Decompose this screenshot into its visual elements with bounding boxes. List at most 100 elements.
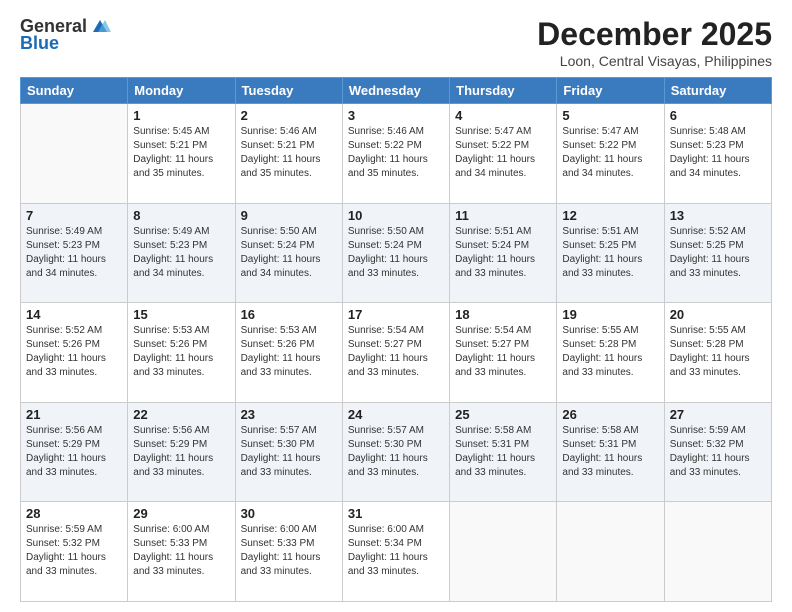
title-section: December 2025 Loon, Central Visayas, Phi… — [537, 16, 772, 69]
calendar-cell: 20 Sunrise: 5:55 AMSunset: 5:28 PMDaylig… — [664, 303, 771, 403]
day-info: Sunrise: 5:47 AMSunset: 5:22 PMDaylight:… — [562, 126, 642, 179]
day-number: 18 — [455, 307, 551, 322]
calendar-cell — [21, 104, 128, 204]
day-number: 21 — [26, 407, 122, 422]
day-info: Sunrise: 5:51 AMSunset: 5:25 PMDaylight:… — [562, 226, 642, 279]
calendar-cell: 19 Sunrise: 5:55 AMSunset: 5:28 PMDaylig… — [557, 303, 664, 403]
day-number: 14 — [26, 307, 122, 322]
calendar-cell: 13 Sunrise: 5:52 AMSunset: 5:25 PMDaylig… — [664, 203, 771, 303]
calendar-cell: 12 Sunrise: 5:51 AMSunset: 5:25 PMDaylig… — [557, 203, 664, 303]
calendar-cell: 3 Sunrise: 5:46 AMSunset: 5:22 PMDayligh… — [342, 104, 449, 204]
header: General Blue December 2025 Loon, Central… — [20, 16, 772, 69]
day-number: 25 — [455, 407, 551, 422]
day-number: 28 — [26, 506, 122, 521]
day-number: 19 — [562, 307, 658, 322]
day-info: Sunrise: 5:45 AMSunset: 5:21 PMDaylight:… — [133, 126, 213, 179]
calendar-cell: 28 Sunrise: 5:59 AMSunset: 5:32 PMDaylig… — [21, 502, 128, 602]
calendar-week-row: 1 Sunrise: 5:45 AMSunset: 5:21 PMDayligh… — [21, 104, 772, 204]
day-info: Sunrise: 5:52 AMSunset: 5:26 PMDaylight:… — [26, 325, 106, 378]
day-info: Sunrise: 5:56 AMSunset: 5:29 PMDaylight:… — [133, 425, 213, 478]
day-number: 23 — [241, 407, 337, 422]
weekday-header-row: Sunday Monday Tuesday Wednesday Thursday… — [21, 78, 772, 104]
calendar-week-row: 28 Sunrise: 5:59 AMSunset: 5:32 PMDaylig… — [21, 502, 772, 602]
calendar-cell: 18 Sunrise: 5:54 AMSunset: 5:27 PMDaylig… — [450, 303, 557, 403]
day-info: Sunrise: 5:52 AMSunset: 5:25 PMDaylight:… — [670, 226, 750, 279]
calendar-cell: 15 Sunrise: 5:53 AMSunset: 5:26 PMDaylig… — [128, 303, 235, 403]
day-info: Sunrise: 5:46 AMSunset: 5:22 PMDaylight:… — [348, 126, 428, 179]
calendar-table: Sunday Monday Tuesday Wednesday Thursday… — [20, 77, 772, 602]
calendar-cell: 16 Sunrise: 5:53 AMSunset: 5:26 PMDaylig… — [235, 303, 342, 403]
day-number: 15 — [133, 307, 229, 322]
day-info: Sunrise: 5:49 AMSunset: 5:23 PMDaylight:… — [26, 226, 106, 279]
calendar-cell — [557, 502, 664, 602]
logo-blue-text: Blue — [20, 33, 59, 54]
day-info: Sunrise: 5:47 AMSunset: 5:22 PMDaylight:… — [455, 126, 535, 179]
day-number: 16 — [241, 307, 337, 322]
calendar-cell: 6 Sunrise: 5:48 AMSunset: 5:23 PMDayligh… — [664, 104, 771, 204]
header-tuesday: Tuesday — [235, 78, 342, 104]
day-info: Sunrise: 5:48 AMSunset: 5:23 PMDaylight:… — [670, 126, 750, 179]
calendar-cell: 4 Sunrise: 5:47 AMSunset: 5:22 PMDayligh… — [450, 104, 557, 204]
logo-icon — [89, 18, 111, 36]
calendar-subtitle: Loon, Central Visayas, Philippines — [537, 53, 772, 69]
day-number: 30 — [241, 506, 337, 521]
calendar-cell: 11 Sunrise: 5:51 AMSunset: 5:24 PMDaylig… — [450, 203, 557, 303]
calendar-cell: 31 Sunrise: 6:00 AMSunset: 5:34 PMDaylig… — [342, 502, 449, 602]
calendar-cell: 7 Sunrise: 5:49 AMSunset: 5:23 PMDayligh… — [21, 203, 128, 303]
day-info: Sunrise: 5:54 AMSunset: 5:27 PMDaylight:… — [455, 325, 535, 378]
day-info: Sunrise: 6:00 AMSunset: 5:34 PMDaylight:… — [348, 524, 428, 577]
day-number: 24 — [348, 407, 444, 422]
day-number: 8 — [133, 208, 229, 223]
day-info: Sunrise: 6:00 AMSunset: 5:33 PMDaylight:… — [241, 524, 321, 577]
header-friday: Friday — [557, 78, 664, 104]
day-info: Sunrise: 5:54 AMSunset: 5:27 PMDaylight:… — [348, 325, 428, 378]
header-sunday: Sunday — [21, 78, 128, 104]
day-info: Sunrise: 5:58 AMSunset: 5:31 PMDaylight:… — [562, 425, 642, 478]
calendar-cell: 21 Sunrise: 5:56 AMSunset: 5:29 PMDaylig… — [21, 402, 128, 502]
calendar-cell: 22 Sunrise: 5:56 AMSunset: 5:29 PMDaylig… — [128, 402, 235, 502]
calendar-cell: 23 Sunrise: 5:57 AMSunset: 5:30 PMDaylig… — [235, 402, 342, 502]
day-info: Sunrise: 5:49 AMSunset: 5:23 PMDaylight:… — [133, 226, 213, 279]
calendar-week-row: 14 Sunrise: 5:52 AMSunset: 5:26 PMDaylig… — [21, 303, 772, 403]
day-number: 12 — [562, 208, 658, 223]
logo: General Blue — [20, 16, 111, 54]
day-info: Sunrise: 5:57 AMSunset: 5:30 PMDaylight:… — [348, 425, 428, 478]
calendar-cell: 27 Sunrise: 5:59 AMSunset: 5:32 PMDaylig… — [664, 402, 771, 502]
day-number: 10 — [348, 208, 444, 223]
header-monday: Monday — [128, 78, 235, 104]
day-number: 31 — [348, 506, 444, 521]
calendar-cell: 26 Sunrise: 5:58 AMSunset: 5:31 PMDaylig… — [557, 402, 664, 502]
day-info: Sunrise: 5:53 AMSunset: 5:26 PMDaylight:… — [241, 325, 321, 378]
day-number: 4 — [455, 108, 551, 123]
calendar-cell: 24 Sunrise: 5:57 AMSunset: 5:30 PMDaylig… — [342, 402, 449, 502]
day-number: 1 — [133, 108, 229, 123]
day-info: Sunrise: 5:58 AMSunset: 5:31 PMDaylight:… — [455, 425, 535, 478]
header-thursday: Thursday — [450, 78, 557, 104]
calendar-week-row: 7 Sunrise: 5:49 AMSunset: 5:23 PMDayligh… — [21, 203, 772, 303]
page: General Blue December 2025 Loon, Central… — [0, 0, 792, 612]
day-info: Sunrise: 5:59 AMSunset: 5:32 PMDaylight:… — [26, 524, 106, 577]
calendar-cell: 14 Sunrise: 5:52 AMSunset: 5:26 PMDaylig… — [21, 303, 128, 403]
day-info: Sunrise: 5:50 AMSunset: 5:24 PMDaylight:… — [241, 226, 321, 279]
day-info: Sunrise: 5:46 AMSunset: 5:21 PMDaylight:… — [241, 126, 321, 179]
day-number: 17 — [348, 307, 444, 322]
calendar-cell: 1 Sunrise: 5:45 AMSunset: 5:21 PMDayligh… — [128, 104, 235, 204]
day-info: Sunrise: 5:53 AMSunset: 5:26 PMDaylight:… — [133, 325, 213, 378]
calendar-cell: 30 Sunrise: 6:00 AMSunset: 5:33 PMDaylig… — [235, 502, 342, 602]
day-info: Sunrise: 5:51 AMSunset: 5:24 PMDaylight:… — [455, 226, 535, 279]
day-number: 20 — [670, 307, 766, 322]
day-number: 5 — [562, 108, 658, 123]
day-info: Sunrise: 5:55 AMSunset: 5:28 PMDaylight:… — [562, 325, 642, 378]
day-info: Sunrise: 5:59 AMSunset: 5:32 PMDaylight:… — [670, 425, 750, 478]
calendar-cell: 17 Sunrise: 5:54 AMSunset: 5:27 PMDaylig… — [342, 303, 449, 403]
day-info: Sunrise: 5:56 AMSunset: 5:29 PMDaylight:… — [26, 425, 106, 478]
day-number: 11 — [455, 208, 551, 223]
day-number: 22 — [133, 407, 229, 422]
day-number: 26 — [562, 407, 658, 422]
calendar-cell: 5 Sunrise: 5:47 AMSunset: 5:22 PMDayligh… — [557, 104, 664, 204]
day-info: Sunrise: 5:55 AMSunset: 5:28 PMDaylight:… — [670, 325, 750, 378]
day-number: 3 — [348, 108, 444, 123]
day-info: Sunrise: 6:00 AMSunset: 5:33 PMDaylight:… — [133, 524, 213, 577]
calendar-cell — [664, 502, 771, 602]
day-number: 9 — [241, 208, 337, 223]
